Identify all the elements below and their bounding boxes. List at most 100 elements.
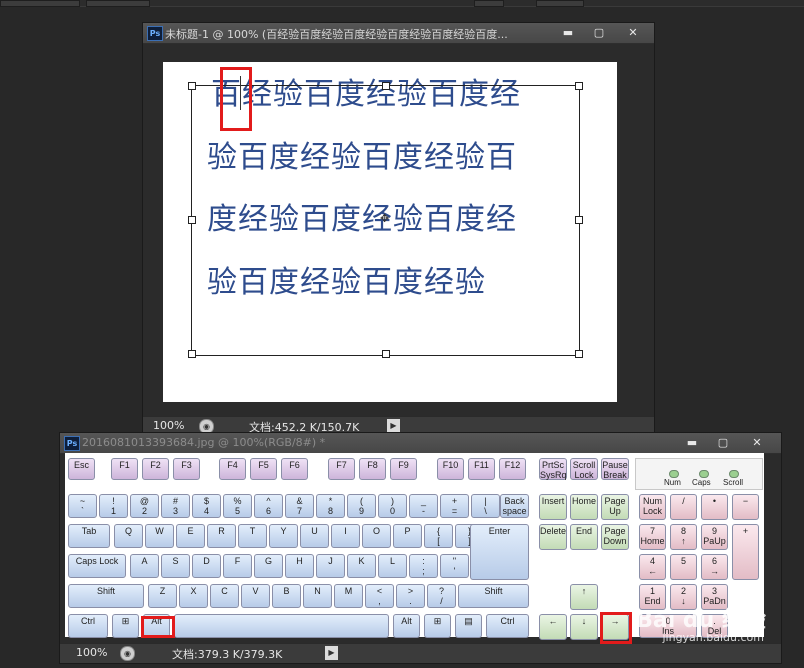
key-numpad: 6 →	[701, 554, 728, 580]
transform-handle[interactable]	[188, 216, 196, 224]
document-titlebar[interactable]: Ps 2016081013393684.jpg @ 100%(RGB/8#) *…	[60, 433, 781, 454]
key-f12: F12	[499, 458, 526, 480]
key-b: B	[272, 584, 301, 608]
key-ctrl-right: Ctrl	[486, 614, 529, 638]
transform-handle[interactable]	[575, 216, 583, 224]
key-f4: F4	[219, 458, 246, 480]
key-system: Scroll Lock	[570, 458, 598, 480]
num-lock-led	[669, 470, 679, 478]
options-field[interactable]	[474, 0, 504, 7]
document-size: 文档:379.3 K/379.3K	[172, 648, 283, 661]
key-num-lock: Num Lock	[639, 494, 666, 520]
key-backspace: Back space	[500, 494, 529, 518]
key-space	[174, 614, 389, 638]
key-number: ^ 6	[254, 494, 283, 518]
options-bar-strip	[0, 0, 804, 7]
key-number: $4	[192, 494, 221, 518]
photoshop-icon: Ps	[147, 26, 163, 41]
alt-highlight-box	[141, 616, 175, 638]
key-tab: Tab	[68, 524, 110, 548]
key-menu: ▤	[455, 614, 482, 638]
key-z: Z	[148, 584, 177, 608]
key-insert: Insert	[539, 494, 567, 520]
key-arrow-up: ↑	[570, 584, 598, 610]
key-alt-right: Alt	[393, 614, 420, 638]
transform-handle[interactable]	[382, 350, 390, 358]
key-i: I	[331, 524, 360, 548]
key-system: PrtSc SysRq	[539, 458, 567, 480]
transform-handle[interactable]	[575, 350, 583, 358]
key-l: L	[378, 554, 407, 578]
key-number: @2	[130, 494, 159, 518]
key-punct: >.	[396, 584, 425, 608]
status-menu-arrow-icon[interactable]: ▶	[387, 419, 400, 433]
key-s: S	[161, 554, 190, 578]
status-menu-arrow-icon[interactable]: ▶	[325, 646, 338, 660]
key-bracket: {[	[424, 524, 453, 548]
key-d: D	[192, 554, 221, 578]
key-number: ~ `	[68, 494, 97, 518]
transform-handle[interactable]	[188, 82, 196, 90]
key-punct: ? /	[427, 584, 456, 608]
key-home: Home	[570, 494, 598, 520]
minimize-button[interactable]: ▬	[553, 24, 583, 41]
key-arrow-down: ↓	[570, 614, 598, 640]
key-number: + =	[440, 494, 469, 518]
key-number: & 7	[285, 494, 314, 518]
watermark-url: jingyan.baidu.com	[662, 631, 764, 644]
key-p: P	[393, 524, 422, 548]
center-crosshair-icon: ✥	[380, 212, 390, 225]
key-delete: Delete	[539, 524, 567, 550]
document-titlebar[interactable]: Ps 未标题-1 @ 100% (百经验百度经验百度经验百度经验百度经验百度..…	[143, 23, 654, 44]
options-field[interactable]	[86, 0, 150, 7]
key-numpad: 4 ←	[639, 554, 666, 580]
key-punct: <,	[365, 584, 394, 608]
key-f1: F1	[111, 458, 138, 480]
key-f11: F11	[468, 458, 495, 480]
key-f8: F8	[359, 458, 386, 480]
maximize-button[interactable]: ▢	[708, 434, 738, 451]
key-t: T	[238, 524, 267, 548]
transform-handle[interactable]	[382, 82, 390, 90]
key-shift-right: Shift	[458, 584, 529, 608]
key-shift-left: Shift	[68, 584, 144, 608]
transform-handle[interactable]	[188, 350, 196, 358]
key-numpad: −	[732, 494, 759, 520]
key-a: A	[130, 554, 159, 578]
document-title: 2016081013393684.jpg @ 100%(RGB/8#) *	[82, 436, 326, 449]
close-button[interactable]: ✕	[615, 24, 651, 41]
key-number: #3	[161, 494, 190, 518]
key-w: W	[145, 524, 174, 548]
photoshop-icon: Ps	[64, 436, 80, 451]
key-f7: F7	[328, 458, 355, 480]
key-x: X	[179, 584, 208, 608]
key-number: _ -	[409, 494, 438, 518]
zoom-level[interactable]: 100%	[76, 646, 107, 659]
key-numpad-plus: +	[732, 524, 759, 580]
watermark-brand: Bai du 经验	[636, 608, 766, 633]
key-end: End	[570, 524, 598, 550]
zoom-level[interactable]: 100%	[153, 419, 184, 432]
key-h: H	[285, 554, 314, 578]
close-button[interactable]: ✕	[739, 434, 775, 451]
key-q: Q	[114, 524, 143, 548]
key-windows: ⊞	[424, 614, 451, 638]
status-info-icon[interactable]: ◉	[120, 646, 135, 661]
maximize-button[interactable]: ▢	[584, 24, 614, 41]
key-f2: F2	[142, 458, 169, 480]
key-g: G	[254, 554, 283, 578]
key-y: Y	[269, 524, 298, 548]
key-c: C	[210, 584, 239, 608]
key-f10: F10	[437, 458, 464, 480]
minimize-button[interactable]: ▬	[677, 434, 707, 451]
key-j: J	[316, 554, 345, 578]
transform-handle[interactable]	[575, 82, 583, 90]
key-numpad: 5	[670, 554, 697, 580]
options-field[interactable]	[0, 0, 80, 7]
key-number: (9	[347, 494, 376, 518]
options-field[interactable]	[536, 0, 584, 7]
key-enter: Enter	[470, 524, 529, 580]
key-numpad: •	[701, 494, 728, 520]
led-label: Num	[664, 478, 681, 487]
key-m: M	[334, 584, 363, 608]
